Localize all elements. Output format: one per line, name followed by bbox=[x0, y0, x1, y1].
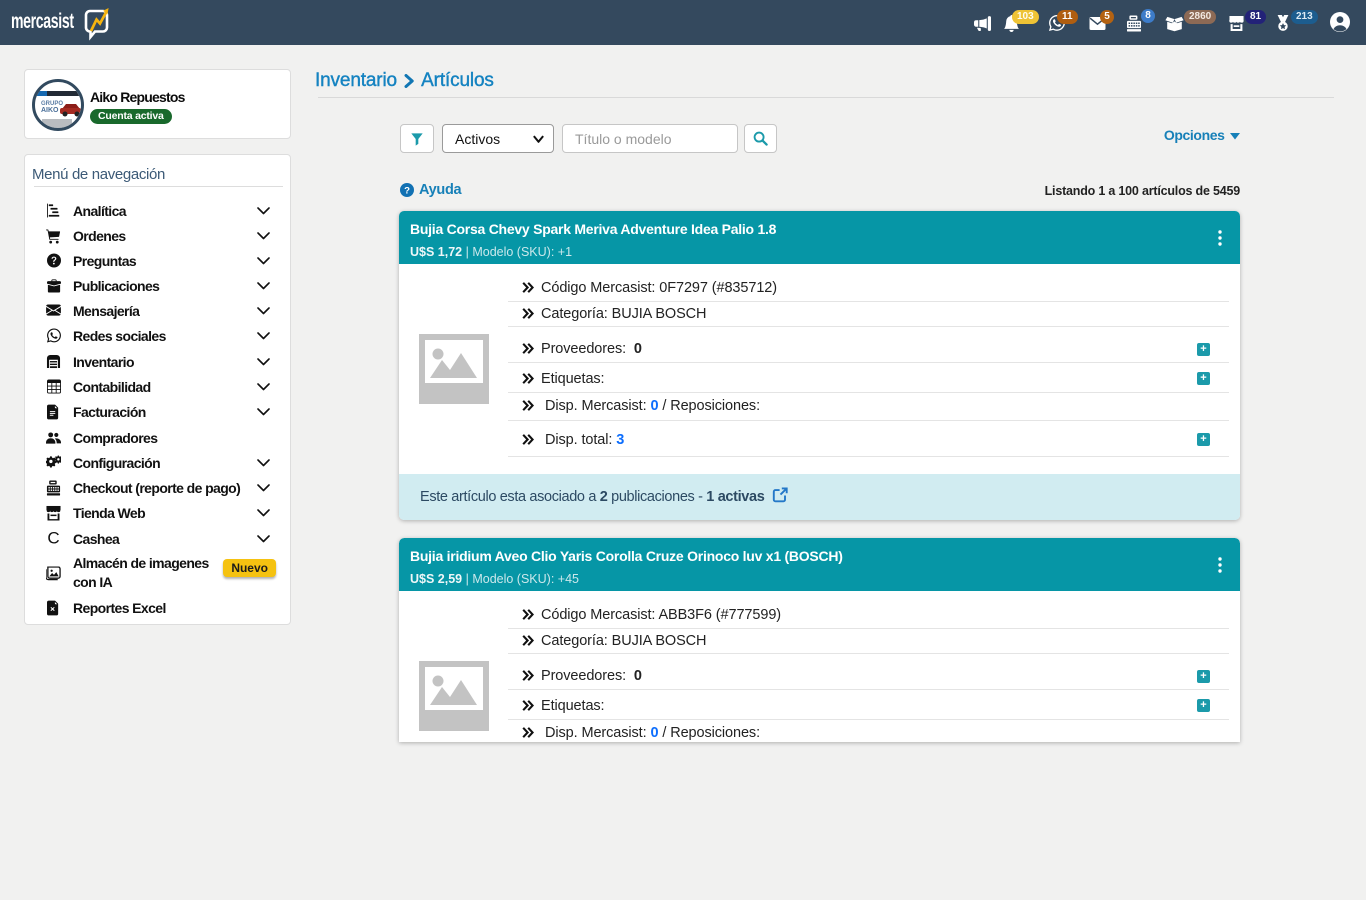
svg-text:?: ? bbox=[404, 186, 410, 197]
svg-text:AIKO: AIKO bbox=[41, 107, 59, 114]
